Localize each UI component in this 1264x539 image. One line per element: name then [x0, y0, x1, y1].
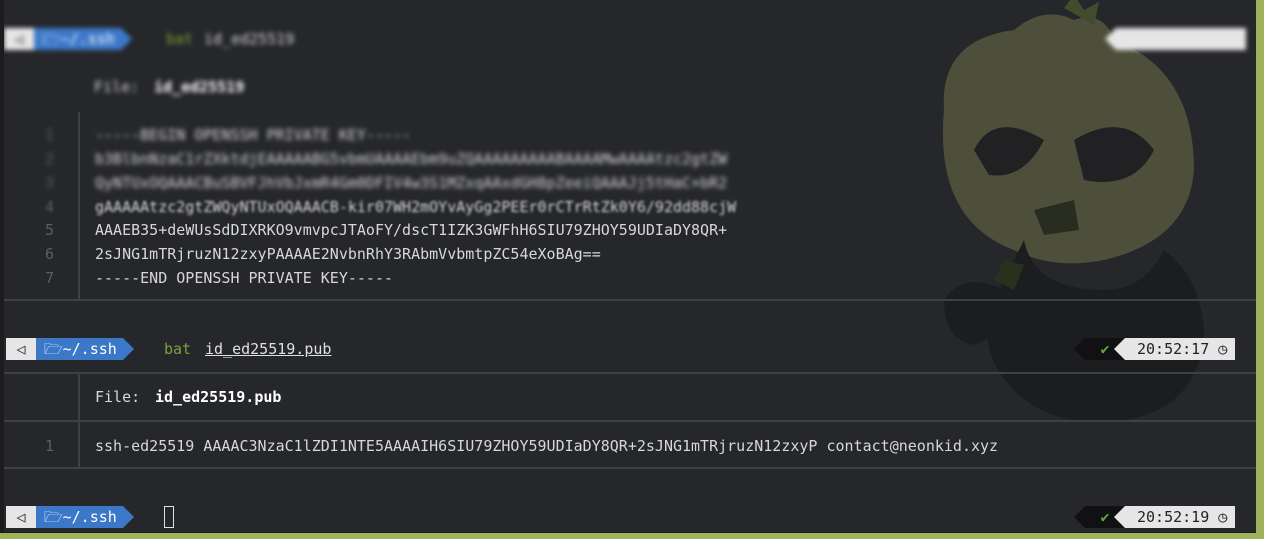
header-rule — [4, 420, 1256, 422]
file-label: File: — [95, 388, 141, 406]
prompt-dir-text: ~/.ssh — [60, 30, 115, 48]
code-line: 2sJNG1mTRjruzN12zxyPAAAAE2NvbnRhY3RAbmVv… — [95, 245, 601, 263]
time-text: 20:52:19 — [1137, 508, 1210, 526]
line-number: 6 — [44, 245, 54, 263]
window-border-right — [1256, 0, 1264, 539]
dir-segment: 🗁~/.ssh — [36, 506, 134, 528]
prompt-dir-text: ~/.ssh — [62, 340, 117, 358]
time-segment — [1105, 28, 1246, 50]
terminal-window[interactable]: ◁ 🗁~/.ssh bat id_ed25519 File: id_ed2551… — [4, 0, 1256, 532]
window-border-bottom — [0, 533, 1264, 539]
command-text: bat — [164, 340, 192, 358]
code-line: gAAAAAtzc2gtZWQyNTUxOQAAACB-kir07WH2mOYv… — [95, 198, 737, 216]
line-number: 5 — [44, 221, 54, 239]
code-line: -----END OPENSSH PRIVATE KEY----- — [95, 269, 394, 287]
line-number: 2 — [44, 150, 54, 168]
folder-open-icon: 🗁 — [44, 340, 63, 358]
checkmark-icon: ✔ — [1100, 340, 1110, 358]
dir-segment: 🗁~/.ssh — [36, 338, 134, 360]
line-number: 4 — [44, 198, 54, 216]
gutter-divider — [78, 112, 80, 300]
checkmark-icon: ✔ — [1100, 508, 1110, 526]
os-segment: ◁ — [6, 506, 36, 528]
file-name: id_ed25519 — [154, 78, 245, 96]
prompt-dir-text: ~/.ssh — [62, 508, 117, 526]
dir-segment: 🗁~/.ssh — [34, 28, 132, 50]
output-top-rule — [4, 372, 1256, 374]
code-line: -----BEGIN OPENSSH PRIVATE KEY----- — [95, 126, 412, 144]
code-line: QyNTUxOQAAACBuSBVFJhVbJxmR4Gm0DFIV4w3S1M… — [95, 174, 728, 192]
line-number: 1 — [44, 126, 54, 144]
distro-logo-icon: ◁ — [16, 508, 26, 526]
folder-open-icon: 🗁 — [42, 30, 61, 48]
clock-icon: ◷ — [1218, 340, 1228, 358]
time-segment: 20:52:19 ◷ — [1113, 506, 1236, 528]
clock-icon: ◷ — [1218, 508, 1228, 526]
os-segment: ◁ — [4, 28, 34, 50]
line-number: 7 — [44, 269, 54, 287]
time-text: 20:52:17 — [1137, 340, 1210, 358]
os-segment: ◁ — [6, 338, 36, 360]
output-bottom-rule — [4, 299, 1256, 301]
line-number: 3 — [44, 174, 54, 192]
command-argument: id_ed25519 — [204, 30, 295, 48]
folder-open-icon: 🗁 — [44, 508, 63, 526]
output-bottom-rule — [4, 467, 1256, 469]
distro-logo-icon: ◁ — [16, 340, 26, 358]
command-text: bat — [166, 30, 194, 48]
code-line[interactable]: ssh-ed25519 AAAAC3NzaC1lZDI1NTE5AAAAIH6S… — [95, 435, 998, 457]
line-number: 1 — [44, 437, 54, 455]
panda-mascot-watermark — [942, 0, 1204, 422]
code-line: AAAEB35+deWUsSdDIXRKO9vmvpcJTAoFY/dscT1I… — [95, 221, 728, 239]
file-label: File: — [94, 78, 140, 96]
time-segment: 20:52:17 ◷ — [1113, 338, 1236, 360]
code-line: b3BlbnNzaC1rZXktdjEAAAAABG5vbmUAAAAEbm9u… — [95, 150, 728, 168]
file-name: id_ed25519.pub — [155, 388, 282, 406]
command-argument: id_ed25519.pub — [205, 340, 332, 358]
text-cursor[interactable] — [164, 506, 174, 528]
